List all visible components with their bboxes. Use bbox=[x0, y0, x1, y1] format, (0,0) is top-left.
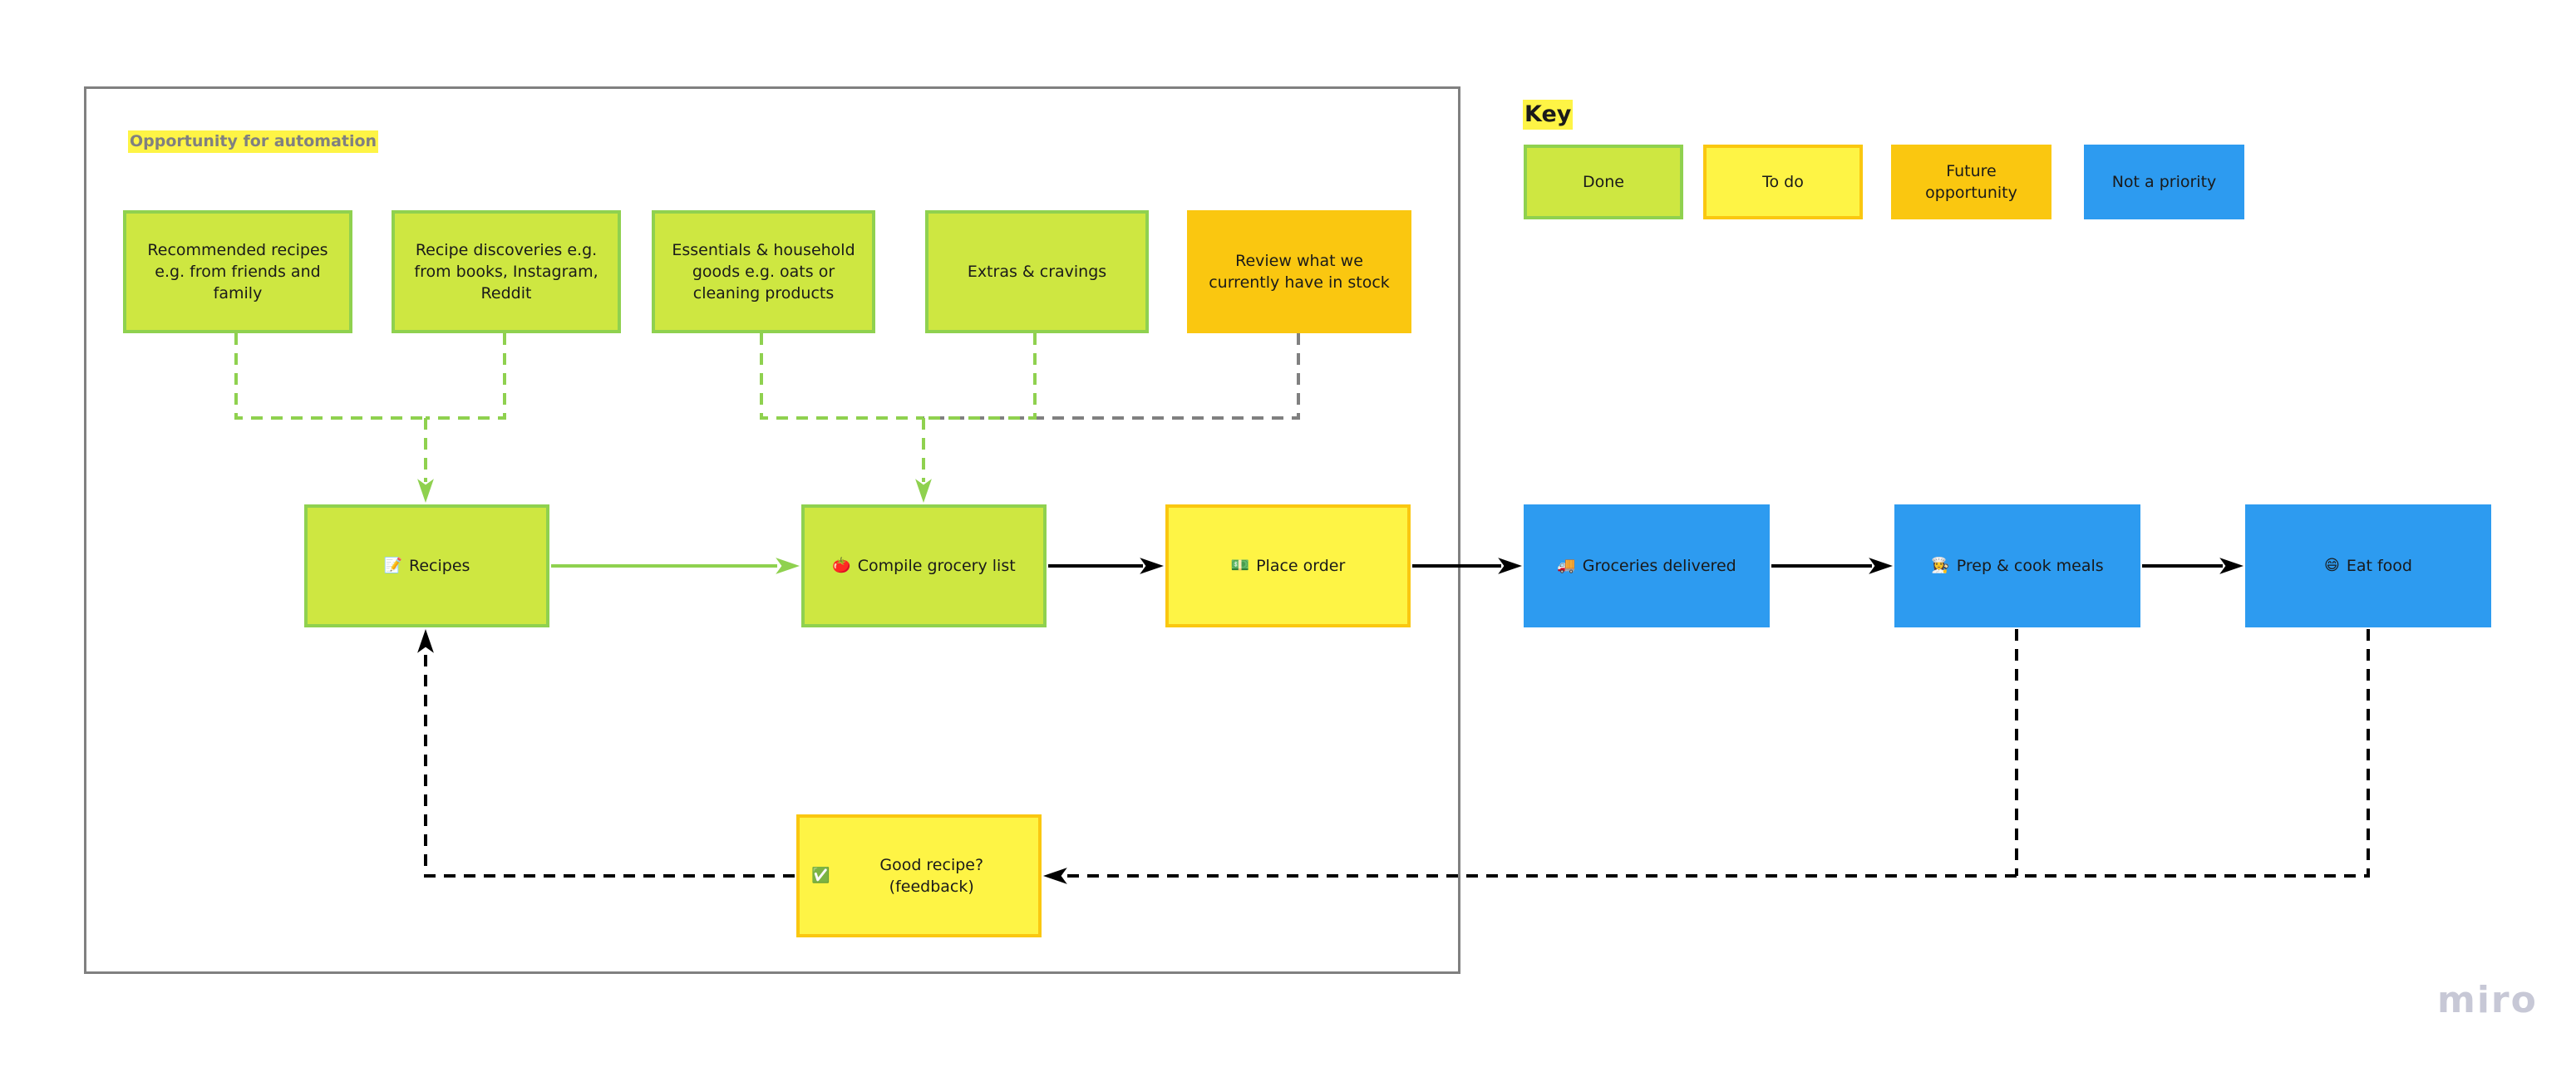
step-label: Good recipe? (feedback) bbox=[879, 856, 984, 896]
step-label: Prep & cook meals bbox=[1956, 557, 2104, 575]
step-place-order[interactable]: 💵 Place order bbox=[1165, 504, 1411, 627]
input-text: Recipe discoveries e.g. from books, Inst… bbox=[414, 241, 598, 302]
input-recipe-discoveries[interactable]: Recipe discoveries e.g. from books, Inst… bbox=[392, 210, 621, 333]
key-todo-label: To do bbox=[1762, 173, 1804, 191]
step-compile-grocery-list[interactable]: 🍅 Compile grocery list bbox=[801, 504, 1047, 627]
frame-label: Opportunity for automation bbox=[128, 130, 379, 153]
arrowhead-into-prep bbox=[1869, 558, 1893, 574]
step-groceries-delivered[interactable]: 🚚 Groceries delivered bbox=[1524, 504, 1770, 627]
step-label: Place order bbox=[1256, 557, 1346, 575]
step-feedback[interactable]: ✅ Good recipe? (feedback) bbox=[796, 814, 1042, 937]
step-eat-food[interactable]: 😄 Eat food bbox=[2245, 504, 2491, 627]
arrowhead-into-delivered bbox=[1498, 558, 1522, 574]
cook-icon: 👩‍🍳 bbox=[1931, 557, 1950, 574]
input-text: Review what we currently have in stock bbox=[1209, 252, 1390, 292]
step-prep-cook-meals[interactable]: 👩‍🍳 Prep & cook meals bbox=[1894, 504, 2140, 627]
step-label: Compile grocery list bbox=[857, 557, 1016, 575]
banknote-icon: 💵 bbox=[1230, 557, 1250, 574]
arrowhead-into-eat bbox=[2219, 558, 2244, 574]
step-label: Eat food bbox=[2346, 557, 2412, 575]
delivery-truck-icon: 🚚 bbox=[1557, 557, 1576, 574]
memo-icon: 📝 bbox=[383, 557, 402, 574]
key-done[interactable]: Done bbox=[1524, 145, 1683, 219]
input-text: Extras & cravings bbox=[967, 263, 1107, 281]
key-todo[interactable]: To do bbox=[1703, 145, 1863, 219]
miro-logo: miro bbox=[2437, 979, 2538, 1021]
grinning-face-icon: 😄 bbox=[2324, 557, 2340, 574]
input-text: Essentials & household goods e.g. oats o… bbox=[672, 241, 855, 302]
input-essentials-household[interactable]: Essentials & household goods e.g. oats o… bbox=[652, 210, 875, 333]
input-extras-cravings[interactable]: Extras & cravings bbox=[925, 210, 1149, 333]
step-label: Groceries delivered bbox=[1582, 557, 1736, 575]
input-review-stock[interactable]: Review what we currently have in stock bbox=[1187, 210, 1411, 333]
key-future-label: Future opportunity bbox=[1925, 162, 2017, 202]
step-recipes[interactable]: 📝 Recipes bbox=[304, 504, 549, 627]
key-not-a-priority[interactable]: Not a priority bbox=[2084, 145, 2244, 219]
key-done-label: Done bbox=[1583, 173, 1624, 191]
check-mark-icon: ✅ bbox=[811, 867, 830, 884]
tomato-icon: 🍅 bbox=[832, 557, 851, 574]
input-text: Recommended recipes e.g. from friends an… bbox=[147, 241, 328, 302]
key-title: Key bbox=[1523, 100, 1574, 130]
step-label: Recipes bbox=[409, 557, 470, 575]
input-recommended-recipes[interactable]: Recommended recipes e.g. from friends an… bbox=[123, 210, 352, 333]
key-notpri-label: Not a priority bbox=[2111, 173, 2217, 191]
key-future-opportunity[interactable]: Future opportunity bbox=[1891, 145, 2051, 219]
